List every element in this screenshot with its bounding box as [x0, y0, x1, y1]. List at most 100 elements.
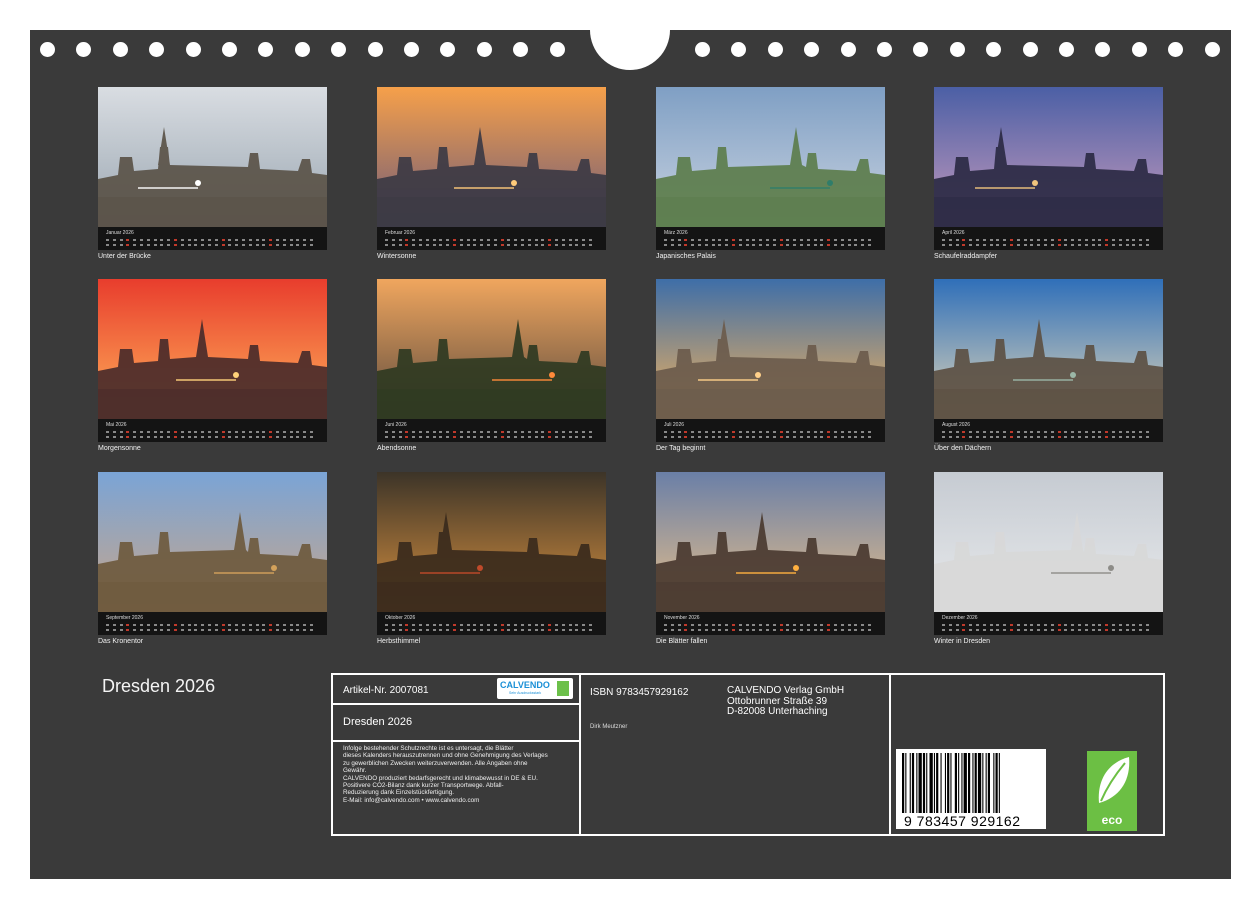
- day-grid: [385, 622, 598, 632]
- month-photo: [377, 472, 606, 612]
- month-caption: Das Kronentor: [98, 638, 144, 645]
- info-box: Artikel-Nr. 2007081 CALVENDO Sehr Ausdru…: [331, 673, 1165, 836]
- month-panel: November 2026 Die Blätter fallen: [656, 472, 885, 645]
- month-panel: März 2026 Japanisches Palais: [656, 87, 885, 260]
- day-grid: [664, 622, 877, 632]
- month-caption: Der Tag beginnt: [656, 445, 706, 452]
- product-title: Dresden 2026: [343, 716, 413, 728]
- publisher-address: CALVENDO Verlag GmbH Ottobrunner Straße 3…: [727, 685, 845, 718]
- publisher-line: D-82008 Unterhaching: [727, 706, 828, 717]
- month-caption: Schaufelraddampfer: [934, 253, 998, 260]
- eco-badge: eco: [1087, 751, 1137, 831]
- month-caption: Wintersonne: [377, 253, 417, 260]
- legal-text: Infolge bestehender Schutzrechte ist es …: [343, 745, 575, 804]
- month-caption: Japanisches Palais: [656, 253, 716, 260]
- month-calendar-strip: August 2026: [934, 419, 1163, 442]
- barcode-bars-icon: [902, 753, 1000, 813]
- day-grid: [942, 622, 1155, 632]
- month-name: August 2026: [942, 422, 971, 428]
- day-grid: [385, 429, 598, 439]
- calendar-title: Dresden 2026: [102, 676, 216, 696]
- month-photo: [934, 472, 1163, 612]
- month-name: November 2026: [664, 615, 700, 621]
- month-caption: Winter in Dresden: [934, 638, 991, 645]
- month-name: Oktober 2026: [385, 615, 416, 621]
- month-name: Juli 2026: [664, 422, 685, 428]
- month-panel: Februar 2026 Wintersonne: [377, 87, 606, 260]
- month-photo: [377, 87, 606, 227]
- article-number: Artikel-Nr. 2007081: [343, 685, 429, 696]
- month-caption: Über den Dächern: [934, 445, 992, 452]
- legal-line: CALVENDO produziert bedarfsgerecht und k…: [343, 774, 538, 782]
- month-panel: Juni 2026 Abendsonne: [377, 279, 606, 452]
- month-caption: Herbsthimmel: [377, 638, 421, 645]
- month-caption: Morgensonne: [98, 445, 141, 452]
- info-column-middle: ISBN 9783457929162 CALVENDO Verlag GmbH O…: [581, 675, 891, 834]
- month-caption: Die Blätter fallen: [656, 638, 708, 645]
- month-panel: Dezember 2026 Winter in Dresden: [934, 472, 1163, 645]
- month-photo: [98, 472, 327, 612]
- month-name: April 2026: [942, 230, 965, 236]
- month-photo: [934, 87, 1163, 227]
- month-name: September 2026: [106, 615, 143, 621]
- article-row: Artikel-Nr. 2007081 CALVENDO Sehr Ausdru…: [333, 675, 579, 705]
- month-calendar-strip: Juli 2026: [656, 419, 885, 442]
- month-calendar-strip: April 2026: [934, 227, 1163, 250]
- month-panel: April 2026 Schaufelraddampfer: [934, 87, 1163, 260]
- month-calendar-strip: Juni 2026: [377, 419, 606, 442]
- day-grid: [942, 237, 1155, 247]
- month-name: Mai 2026: [106, 422, 127, 428]
- calvendo-logo: CALVENDO Sehr Ausdrucksstark: [497, 678, 573, 699]
- month-name: Dezember 2026: [942, 615, 978, 621]
- month-photo: [98, 87, 327, 227]
- month-photo: [98, 279, 327, 419]
- month-photo: [934, 279, 1163, 419]
- month-calendar-strip: September 2026: [98, 612, 327, 635]
- month-calendar-strip: Dezember 2026: [934, 612, 1163, 635]
- month-calendar-strip: November 2026: [656, 612, 885, 635]
- barcode-number: 9 783457 929162: [904, 813, 1021, 829]
- legal-line: Gewähr.: [343, 767, 367, 775]
- day-grid: [106, 237, 319, 247]
- legal-line: zu gewerblichen Zwecken weiterzuverwende…: [343, 759, 528, 767]
- month-panel: Mai 2026 Morgensonne: [98, 279, 327, 452]
- legal-line: Positivere CO2-Bilanz dank kurzer Transp…: [343, 782, 504, 790]
- month-caption: Unter der Brücke: [98, 253, 151, 260]
- day-grid: [106, 622, 319, 632]
- legal-line: Infolge bestehender Schutzrechte ist es …: [343, 745, 514, 752]
- month-calendar-strip: Januar 2026: [98, 227, 327, 250]
- month-name: Februar 2026: [385, 230, 416, 236]
- month-calendar-strip: Mai 2026: [98, 419, 327, 442]
- month-calendar-strip: Oktober 2026: [377, 612, 606, 635]
- info-column-left: Artikel-Nr. 2007081 CALVENDO Sehr Ausdru…: [333, 675, 581, 834]
- legal-line: E-Mail: info@calvendo.com • www.calvendo…: [343, 796, 480, 804]
- month-name: Juni 2026: [385, 422, 407, 428]
- month-photo: [377, 279, 606, 419]
- publisher-line: CALVENDO Verlag GmbH: [727, 685, 845, 696]
- day-grid: [664, 237, 877, 247]
- month-photo: [656, 279, 885, 419]
- day-grid: [664, 429, 877, 439]
- calvendo-mark-icon: [557, 681, 569, 696]
- author: Dirk Meutzner: [590, 724, 628, 730]
- month-panel: Januar 2026 Unter der Brücke: [98, 87, 327, 260]
- day-grid: [106, 429, 319, 439]
- month-panel: September 2026 Das Kronentor: [98, 472, 327, 645]
- month-panel: August 2026 Über den Dächern: [934, 279, 1163, 452]
- month-photo: [656, 472, 885, 612]
- month-name: März 2026: [664, 230, 688, 236]
- month-caption: Abendsonne: [377, 445, 417, 452]
- title-row: Dresden 2026: [333, 705, 579, 742]
- month-panel: Juli 2026 Der Tag beginnt: [656, 279, 885, 452]
- day-grid: [942, 429, 1155, 439]
- info-column-right: 9 783457 929162 eco: [891, 675, 1163, 834]
- month-calendar-strip: März 2026: [656, 227, 885, 250]
- isbn: ISBN 9783457929162: [590, 687, 689, 698]
- month-panel: Oktober 2026 Herbsthimmel: [377, 472, 606, 645]
- month-name: Januar 2026: [106, 230, 134, 236]
- legal-line: Reduzierung dank Einzelstückfertigung.: [343, 789, 454, 797]
- month-calendar-strip: Februar 2026: [377, 227, 606, 250]
- barcode: 9 783457 929162: [896, 749, 1046, 829]
- legal-line: dieses Kalenders herauszutrennen und ohn…: [343, 752, 548, 760]
- day-grid: [385, 237, 598, 247]
